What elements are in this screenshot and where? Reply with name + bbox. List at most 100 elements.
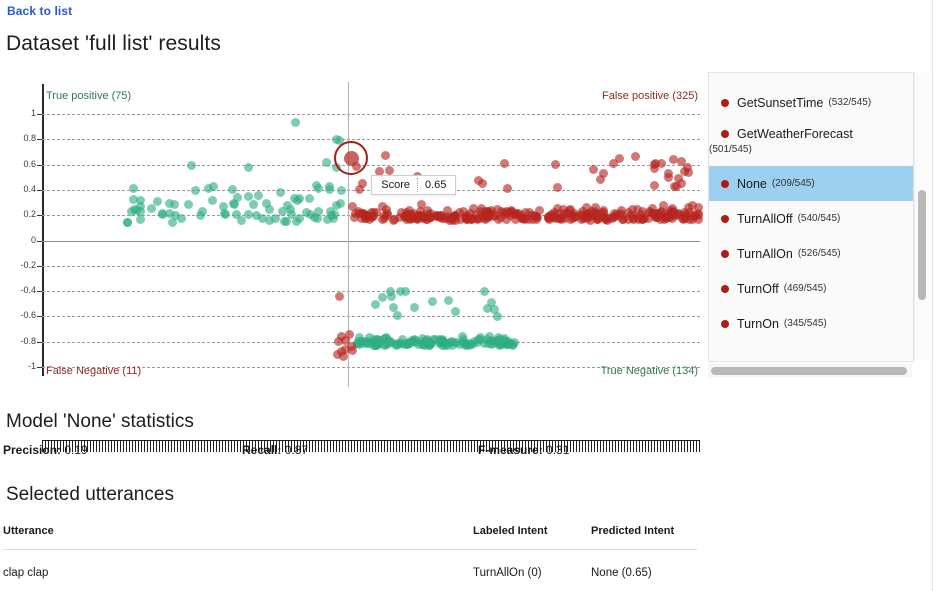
- chart-data-point[interactable]: [184, 200, 194, 210]
- chart-data-point[interactable]: [598, 169, 608, 179]
- chart-data-point[interactable]: [126, 206, 136, 216]
- chart-data-point[interactable]: [392, 310, 402, 320]
- chart-data-point[interactable]: [386, 286, 396, 296]
- chart-data-point[interactable]: [207, 196, 217, 206]
- chart-data-point[interactable]: [335, 198, 345, 208]
- chart-data-point[interactable]: [589, 164, 599, 174]
- legend-horizontal-scroll-thumb[interactable]: [711, 367, 907, 375]
- chart-plot-area[interactable]: 1 0.8 0.6 0.4 0.2 0 -0.2 -0.4 -0.6 -0.8 -1 True pos…: [20, 82, 703, 387]
- intent-legend-list[interactable]: GetSunriseTime (517/545) GetSunsetTime (532…: [708, 72, 914, 362]
- chart-data-point[interactable]: [552, 182, 562, 192]
- chart-data-point[interactable]: [325, 185, 335, 195]
- chart-data-point[interactable]: [438, 340, 448, 350]
- chart-data-point[interactable]: [348, 201, 358, 211]
- chart-data-point[interactable]: [443, 205, 453, 215]
- chart-data-point[interactable]: [244, 191, 254, 201]
- chart-data-point[interactable]: [191, 185, 201, 195]
- selected-data-point[interactable]: [343, 150, 359, 166]
- chart-data-point[interactable]: [186, 160, 196, 170]
- chart-data-point[interactable]: [208, 181, 218, 191]
- legend-vertical-scrollbar[interactable]: [914, 72, 929, 360]
- chart-data-point[interactable]: [664, 212, 674, 222]
- legend-item-getsunrisetime[interactable]: GetSunriseTime (517/545): [709, 73, 913, 85]
- legend-item-getweatherforecast[interactable]: GetWeatherForecast (501/545): [709, 120, 913, 166]
- chart-data-point[interactable]: [321, 157, 331, 167]
- chart-data-point[interactable]: [305, 194, 315, 204]
- chart-data-point[interactable]: [377, 214, 387, 224]
- chart-data-point[interactable]: [128, 184, 138, 194]
- legend-item-turnon[interactable]: TurnOn (345/545): [709, 306, 913, 341]
- chart-data-point[interactable]: [147, 204, 157, 214]
- chart-data-point[interactable]: [565, 214, 575, 224]
- chart-data-point[interactable]: [427, 297, 437, 307]
- chart-data-point[interactable]: [249, 200, 259, 210]
- chart-data-point[interactable]: [336, 186, 346, 196]
- chart-data-point[interactable]: [650, 180, 660, 190]
- chart-data-point[interactable]: [282, 216, 292, 226]
- chart-data-point[interactable]: [479, 286, 489, 296]
- chart-data-point[interactable]: [285, 204, 295, 214]
- table-row[interactable]: clap clap TurnAllOn (0) None (0.65): [3, 550, 697, 579]
- chart-data-point[interactable]: [232, 209, 242, 219]
- chart-data-point[interactable]: [381, 151, 391, 161]
- chart-data-point[interactable]: [135, 207, 145, 217]
- chart-data-point[interactable]: [294, 213, 304, 223]
- chart-data-point[interactable]: [677, 178, 687, 188]
- legend-vertical-scroll-thumb[interactable]: [918, 190, 926, 300]
- legend-item-getsunsettime[interactable]: GetSunsetTime (532/545): [709, 85, 913, 120]
- chart-data-point[interactable]: [334, 291, 344, 301]
- chart-data-point[interactable]: [684, 168, 694, 178]
- chart-data-point[interactable]: [582, 209, 592, 219]
- chart-data-point[interactable]: [254, 191, 264, 201]
- chart-data-point[interactable]: [197, 206, 207, 216]
- chart-data-point[interactable]: [276, 187, 286, 197]
- chart-data-point[interactable]: [170, 200, 180, 210]
- back-to-list-link[interactable]: Back to list: [7, 4, 72, 18]
- chart-data-point[interactable]: [265, 216, 275, 226]
- chart-data-point[interactable]: [375, 166, 385, 176]
- chart-data-point[interactable]: [550, 211, 560, 221]
- chart-data-point[interactable]: [311, 181, 321, 191]
- chart-data-point[interactable]: [473, 175, 483, 185]
- chart-data-point[interactable]: [444, 295, 454, 305]
- chart-data-point[interactable]: [529, 210, 539, 220]
- legend-item-turnalloff[interactable]: TurnAllOff (540/545): [709, 201, 913, 236]
- results-scatter-chart[interactable]: 1 0.8 0.6 0.4 0.2 0 -0.2 -0.4 -0.6 -0.8 -1 True pos…: [6, 70, 703, 452]
- legend-horizontal-scrollbar[interactable]: [708, 364, 912, 378]
- chart-data-point[interactable]: [473, 334, 483, 344]
- chart-data-point[interactable]: [551, 159, 561, 169]
- chart-data-point[interactable]: [425, 213, 435, 223]
- chart-data-point[interactable]: [503, 183, 513, 193]
- legend-item-none[interactable]: None (209/545): [709, 166, 913, 201]
- chart-data-point[interactable]: [243, 163, 253, 173]
- chart-data-point[interactable]: [450, 307, 460, 317]
- chart-data-point[interactable]: [384, 335, 394, 345]
- intent-legend-panel[interactable]: GetSunriseTime (517/545) GetSunsetTime (532…: [708, 66, 930, 378]
- chart-data-point[interactable]: [370, 300, 380, 310]
- chart-data-point[interactable]: [608, 158, 618, 168]
- chart-data-point[interactable]: [228, 198, 238, 208]
- chart-data-point[interactable]: [492, 312, 502, 322]
- chart-data-point[interactable]: [630, 151, 640, 161]
- chart-data-point[interactable]: [500, 159, 510, 169]
- chart-data-point[interactable]: [558, 205, 568, 215]
- chart-data-point[interactable]: [136, 215, 146, 225]
- chart-data-point[interactable]: [447, 213, 457, 223]
- chart-data-point[interactable]: [416, 211, 426, 221]
- chart-data-point[interactable]: [310, 212, 320, 222]
- chart-data-point[interactable]: [409, 302, 419, 312]
- chart-data-point[interactable]: [252, 210, 262, 220]
- chart-data-point[interactable]: [406, 214, 416, 224]
- chart-data-point[interactable]: [292, 196, 302, 206]
- chart-data-point[interactable]: [345, 329, 355, 339]
- chart-data-point[interactable]: [290, 118, 300, 128]
- chart-data-point[interactable]: [164, 208, 174, 218]
- legend-item-turnoff[interactable]: TurnOff (469/545): [709, 271, 913, 306]
- chart-data-point[interactable]: [348, 346, 358, 356]
- chart-data-point[interactable]: [401, 287, 411, 297]
- chart-data-point[interactable]: [365, 214, 375, 224]
- chart-data-point[interactable]: [220, 209, 230, 219]
- chart-data-point[interactable]: [333, 337, 343, 347]
- chart-data-point[interactable]: [338, 352, 348, 362]
- chart-data-point[interactable]: [354, 185, 364, 195]
